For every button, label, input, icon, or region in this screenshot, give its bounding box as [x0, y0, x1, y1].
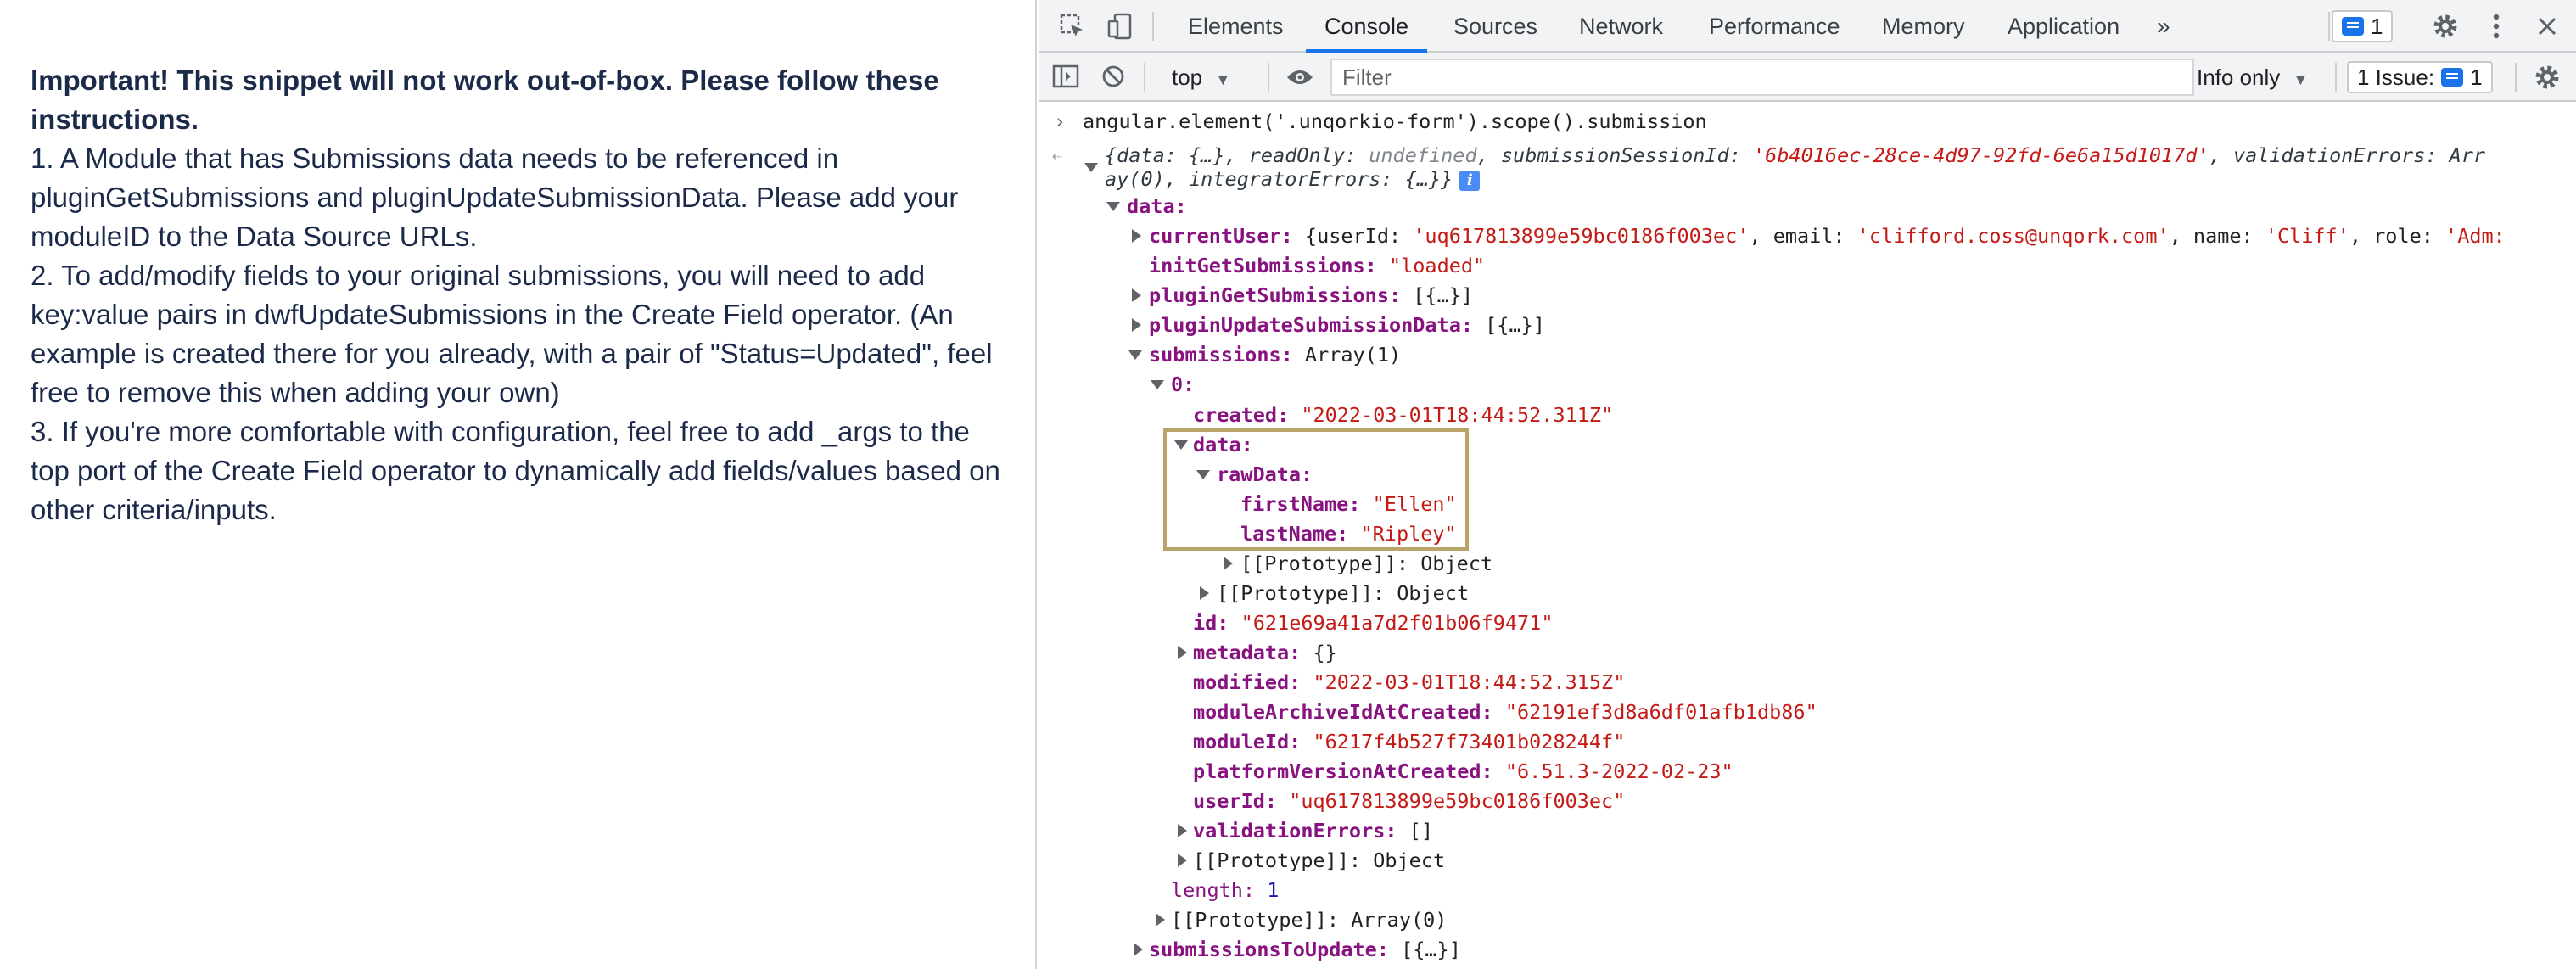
tab-sources[interactable]: Sources: [1453, 0, 1537, 51]
expand-prototype-toggle[interactable]: [1200, 586, 1209, 600]
expand-index0-toggle[interactable]: [1151, 380, 1164, 389]
created-row: created: "2022-03-01T18:44:52.311Z": [1193, 403, 1614, 427]
chevron-down-icon: ▼: [2293, 71, 2309, 88]
toolbar-divider: [1144, 63, 1145, 92]
inner-data-key[interactable]: data:: [1193, 430, 1253, 460]
tab-memory[interactable]: Memory: [1882, 0, 1965, 51]
issues-label: 1 Issue:: [2357, 64, 2435, 90]
modified-row: modified: "2022-03-01T18:44:52.315Z": [1193, 670, 1626, 694]
toolbar-divider: [2328, 12, 2330, 41]
validationerrors-row[interactable]: validationErrors: []: [1193, 816, 1433, 846]
currentuser-row[interactable]: currentUser: {userId: 'uq617813899e59bc0…: [1149, 221, 2506, 251]
expand-submissionstoupdate-toggle[interactable]: [1134, 943, 1143, 956]
settings-gear-icon[interactable]: [2430, 12, 2461, 41]
expand-submissions-toggle[interactable]: [1128, 350, 1142, 360]
tab-performance[interactable]: Performance: [1709, 0, 1840, 51]
more-tabs-button[interactable]: »: [2157, 0, 2170, 51]
expand-pluginupdatesubmissiondata-toggle[interactable]: [1132, 318, 1141, 332]
more-options-icon[interactable]: [2481, 12, 2512, 41]
close-devtools-icon[interactable]: [2532, 12, 2562, 41]
issues-count: 1: [2470, 64, 2483, 90]
console-toolbar: top ▼ Info only ▼ 1 Issue: 1: [1039, 53, 2576, 102]
expand-prototype-toggle[interactable]: [1178, 854, 1187, 867]
platformversionatcreated-row: platformVersionAtCreated: "6.51.3-2022-0…: [1193, 759, 1733, 783]
length-row: length: 1: [1171, 878, 1280, 902]
moduleid-row: moduleId: "6217f4b527f73401b028244f": [1193, 730, 1626, 753]
filter-input-box[interactable]: [1330, 59, 2194, 96]
instructions-title: Important! This snippet will not work ou…: [31, 64, 939, 135]
prototype-object-row[interactable]: [[Prototype]]: Object: [1193, 846, 1445, 876]
data-key[interactable]: data:: [1127, 192, 1187, 221]
message-count: 1: [2371, 13, 2383, 39]
instruction-step-3: 3. If you're more comfortable with confi…: [31, 416, 1000, 525]
chevron-down-icon: ▼: [1215, 71, 1231, 88]
expand-prototype-toggle[interactable]: [1224, 557, 1233, 570]
expand-rawdata-toggle[interactable]: [1196, 470, 1210, 479]
live-expression-eye-icon[interactable]: [1285, 63, 1315, 92]
message-icon: [2342, 17, 2364, 36]
toolbar-divider: [1268, 63, 1269, 92]
rawdata-key[interactable]: rawData:: [1217, 460, 1313, 490]
log-levels-label: Info only: [2197, 64, 2281, 90]
toolbar-divider: [2515, 63, 2517, 92]
toolbar-divider: [1152, 12, 1154, 41]
context-selector[interactable]: top ▼: [1172, 63, 1230, 92]
firstname-row: firstName: "Ellen": [1240, 492, 1457, 516]
expand-plugingetsubmissions-toggle[interactable]: [1132, 288, 1141, 302]
metadata-row[interactable]: metadata: {}: [1193, 638, 1337, 668]
show-sidebar-icon[interactable]: [1050, 62, 1081, 91]
index0-key[interactable]: 0:: [1171, 370, 1195, 400]
id-row: id: "621e69a41a7d2f01b06f9471": [1193, 611, 1554, 635]
prototype-object-row[interactable]: [[Prototype]]: Object: [1217, 579, 1469, 608]
console-output: › angular.element('.unqorkio-form').scop…: [1039, 102, 2576, 969]
info-icon[interactable]: i: [1459, 170, 1481, 191]
expand-inner-data-toggle[interactable]: [1174, 440, 1188, 450]
log-levels-dropdown[interactable]: Info only ▼: [2197, 63, 2308, 94]
pluginupdatesubmissiondata-row[interactable]: pluginUpdateSubmissionData: [{…}]: [1149, 311, 1545, 340]
inspect-element-icon[interactable]: [1057, 12, 1088, 41]
plugingetsubmissions-row[interactable]: pluginGetSubmissions: [{…}]: [1149, 281, 1473, 311]
console-messages-badge[interactable]: 1: [2332, 10, 2394, 42]
submissionstoupdate-row[interactable]: submissionsToUpdate: [{…}]: [1149, 935, 1461, 965]
result-arrow-icon: ⇠: [1052, 145, 1063, 165]
result-summary-line2: ay(0), integratorErrors: {…}} i: [1105, 165, 1481, 194]
instructions-panel: Important! This snippet will not work ou…: [0, 0, 1037, 969]
devtools-panel: Elements Console Sources Network Perform…: [1039, 0, 2576, 969]
issues-counter-button[interactable]: 1 Issue: 1: [2347, 61, 2493, 93]
prototype-array-row[interactable]: [[Prototype]]: Array(0): [1171, 905, 1447, 935]
tab-console[interactable]: Console: [1305, 0, 1428, 53]
prototype-object-row[interactable]: [[Prototype]]: Object: [1240, 549, 1492, 579]
console-input-command[interactable]: angular.element('.unqorkio-form').scope(…: [1083, 107, 1707, 137]
initgetsubmissions-row: initGetSubmissions: "loaded": [1149, 254, 1486, 277]
modulearchiveidatcreated-row: moduleArchiveIdAtCreated: "62191ef3d8a6d…: [1193, 700, 1817, 724]
expand-currentuser-toggle[interactable]: [1132, 229, 1141, 243]
expand-metadata-toggle[interactable]: [1178, 646, 1187, 659]
instruction-step-1: 1. A Module that has Submissions data ne…: [31, 143, 959, 252]
context-label: top: [1172, 64, 1203, 90]
tab-network[interactable]: Network: [1579, 0, 1663, 51]
filter-input[interactable]: [1332, 60, 2192, 94]
expand-validationerrors-toggle[interactable]: [1178, 824, 1187, 837]
console-settings-gear-icon[interactable]: [2532, 63, 2562, 92]
instruction-step-2: 2. To add/modify fields to your original…: [31, 260, 993, 408]
device-toolbar-icon[interactable]: [1105, 12, 1135, 41]
clear-console-icon[interactable]: [1098, 62, 1128, 91]
expand-prototype-array-toggle[interactable]: [1156, 913, 1165, 927]
devtools-tab-bar: Elements Console Sources Network Perform…: [1039, 0, 2576, 53]
input-prompt-icon: ›: [1054, 109, 1067, 133]
expand-result-toggle[interactable]: [1084, 163, 1098, 172]
tab-application[interactable]: Application: [2008, 0, 2120, 51]
submissions-row[interactable]: submissions: Array(1): [1149, 340, 1401, 370]
userid-row: userId: "uq617813899e59bc0186f003ec": [1193, 789, 1626, 813]
expand-data-toggle[interactable]: [1106, 202, 1120, 211]
toolbar-divider: [2335, 63, 2337, 92]
message-icon: [2441, 68, 2464, 87]
lastname-row: lastName: "Ripley": [1240, 522, 1457, 546]
tab-elements[interactable]: Elements: [1188, 0, 1284, 51]
